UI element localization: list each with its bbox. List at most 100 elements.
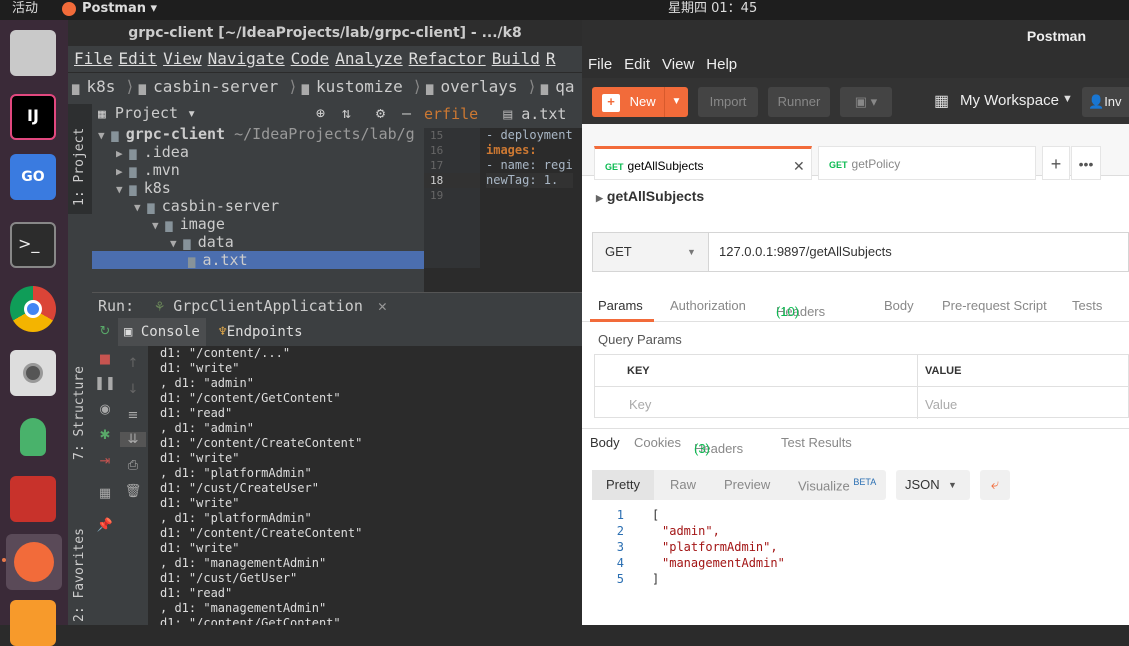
close-icon[interactable]: ✕ [378,297,387,315]
preview-button[interactable]: Preview [724,477,770,492]
ide-menu-item[interactable]: File [74,49,113,68]
pause-icon[interactable]: ❚❚ [92,376,118,391]
activities-button[interactable]: 活动 [12,0,38,18]
clock[interactable]: 星期四 01：45 [668,0,757,18]
stop-icon[interactable]: ■ [92,352,118,367]
method-select[interactable]: GET ▼ [593,233,709,271]
request-name[interactable]: ▶ getAllSubjects [596,188,704,204]
files-icon[interactable] [10,30,56,76]
tree-item[interactable]: ▶ ▆ .idea [92,143,424,161]
more-tabs-button[interactable]: ••• [1071,146,1101,180]
collapse-icon[interactable]: ⇅ [342,100,351,126]
soft-wrap-icon[interactable]: ≡ [120,408,146,423]
wrap-lines-icon[interactable]: ⤶ [980,470,1010,500]
workspace-selector[interactable]: My Workspace [960,92,1059,109]
down-arrow-icon[interactable]: ↓ [120,382,146,397]
app-menu-button[interactable]: Postman ▾ [82,0,157,18]
ide-menu-item[interactable]: Build [492,49,540,68]
chevron-down-icon[interactable]: ▼ [1062,93,1073,105]
ide-menu-item[interactable]: Refactor [409,49,486,68]
expand-arrow-icon[interactable]: ▶ [116,165,129,178]
runner-button[interactable]: Runner [768,87,830,117]
postman-menu-item[interactable]: File [588,56,612,73]
postman-menu-item[interactable]: Help [706,56,737,73]
url-input[interactable]: 127.0.0.1:9897/getAllSubjects [719,233,892,271]
gear-icon[interactable]: ⚙ [376,100,385,126]
terminal-icon[interactable]: >_ [10,222,56,268]
format-select[interactable]: JSON ▼ [896,470,970,500]
add-tab-button[interactable]: + [1042,146,1070,180]
expand-arrow-icon[interactable]: ▼ [170,237,183,250]
tree-item[interactable]: ▼ ▆ grpc-client ~/IdeaProjects/lab/g [92,125,424,143]
tree-item[interactable]: ▼ ▆ data [92,233,424,251]
expand-arrow-icon[interactable]: ▼ [152,219,165,232]
scroll-to-end-icon[interactable]: ⇊ [120,432,146,447]
locate-icon[interactable]: ⊕ [316,100,325,126]
exit-icon[interactable]: ⇥ [92,454,118,469]
expand-arrow-icon[interactable]: ▼ [134,201,147,214]
breadcrumb-item[interactable]: overlays [440,77,517,96]
open-new-button[interactable]: ▣ ▾ [840,87,892,117]
sublime-icon[interactable] [10,600,56,646]
visualize-button[interactable]: Visualize BETA [798,477,876,493]
chevron-right-icon[interactable]: ▶ [596,193,603,203]
tab-pre-request-script[interactable]: Pre-request Script [942,298,1047,313]
postman-menu-item[interactable]: Edit [624,56,650,73]
tab-test-results[interactable]: Test Results [781,435,852,450]
layout-icon[interactable]: ▦ [92,486,118,501]
print-icon[interactable]: ⎙ [120,458,146,473]
new-button[interactable]: + New ▼ [592,87,688,117]
breadcrumb-item[interactable]: casbin-server [153,77,278,96]
tree-item[interactable]: ▆ a.txt [92,251,424,269]
camera-icon[interactable] [10,350,56,396]
import-button[interactable]: Import [698,87,758,117]
tab-response-body[interactable]: Body [590,435,620,450]
tab-getallsubjects[interactable]: GET getAllSubjects ✕ [594,146,812,180]
project-view-selector[interactable]: Project ▾ [115,104,196,122]
structure-tool-label[interactable]: 7: Structure [72,366,87,460]
hide-icon[interactable]: — [402,100,411,126]
ide-menu-item[interactable]: Edit [119,49,158,68]
breadcrumb-item[interactable]: qa [555,77,574,96]
code-area[interactable]: - deployment images: - name: regi newTag: … [486,128,573,203]
ide-menu-item[interactable]: Analyze [335,49,402,68]
editor-tab-dockerfile[interactable]: erfile [424,105,478,123]
pretty-button[interactable]: Pretty [592,470,654,500]
rocket-icon[interactable] [10,414,56,460]
ide-menu-item[interactable]: View [163,49,202,68]
editor-tab-a-txt[interactable]: a.txt [521,105,566,123]
expand-arrow-icon[interactable]: ▶ [116,147,129,160]
chevron-down-icon[interactable]: ▼ [664,87,688,117]
close-icon[interactable]: ✕ [793,149,805,183]
tab-tests[interactable]: Tests [1072,298,1102,313]
up-arrow-icon[interactable]: ↑ [120,356,146,371]
breadcrumb-item[interactable]: k8s [86,77,115,96]
tab-getpolicy[interactable]: GET getPolicy [818,146,1036,180]
postman-menu-item[interactable]: View [662,56,694,73]
tab-body[interactable]: Body [884,298,914,313]
tree-item[interactable]: ▼ ▆ image [92,215,424,233]
chrome-icon[interactable] [10,286,56,332]
invite-button[interactable]: 👤Inv [1082,87,1129,117]
ide-menu-item[interactable]: Navigate [208,49,285,68]
expand-arrow-icon[interactable]: ▼ [98,129,111,142]
postman-dock-icon[interactable] [6,534,62,590]
goland-icon[interactable]: GO [10,154,56,200]
tab-cookies[interactable]: Cookies [634,435,681,450]
tab-authorization[interactable]: Authorization [670,298,746,313]
tab-endpoints[interactable]: ♆Endpoints [218,324,302,340]
key-input[interactable]: Key [629,397,651,412]
value-input[interactable]: Value [925,397,957,412]
ide-menu-item[interactable]: R [546,49,556,68]
raw-button[interactable]: Raw [670,477,696,492]
intellij-icon[interactable]: IJ [10,94,56,140]
tab-console[interactable]: ▣ Console [118,318,206,346]
tree-item[interactable]: ▶ ▆ .mvn [92,161,424,179]
pin-icon[interactable]: 📌 [92,518,118,533]
console-output[interactable]: d1: "/content/..." d1: "write", d1: "admi… [148,346,582,625]
trash-icon[interactable]: 🗑 [120,484,146,499]
camera-dump-icon[interactable]: ◉ [92,402,118,417]
debug-icon[interactable]: ✱ [92,428,118,443]
tree-item[interactable]: ▼ ▆ k8s [92,179,424,197]
ide-menu-item[interactable]: Code [291,49,330,68]
